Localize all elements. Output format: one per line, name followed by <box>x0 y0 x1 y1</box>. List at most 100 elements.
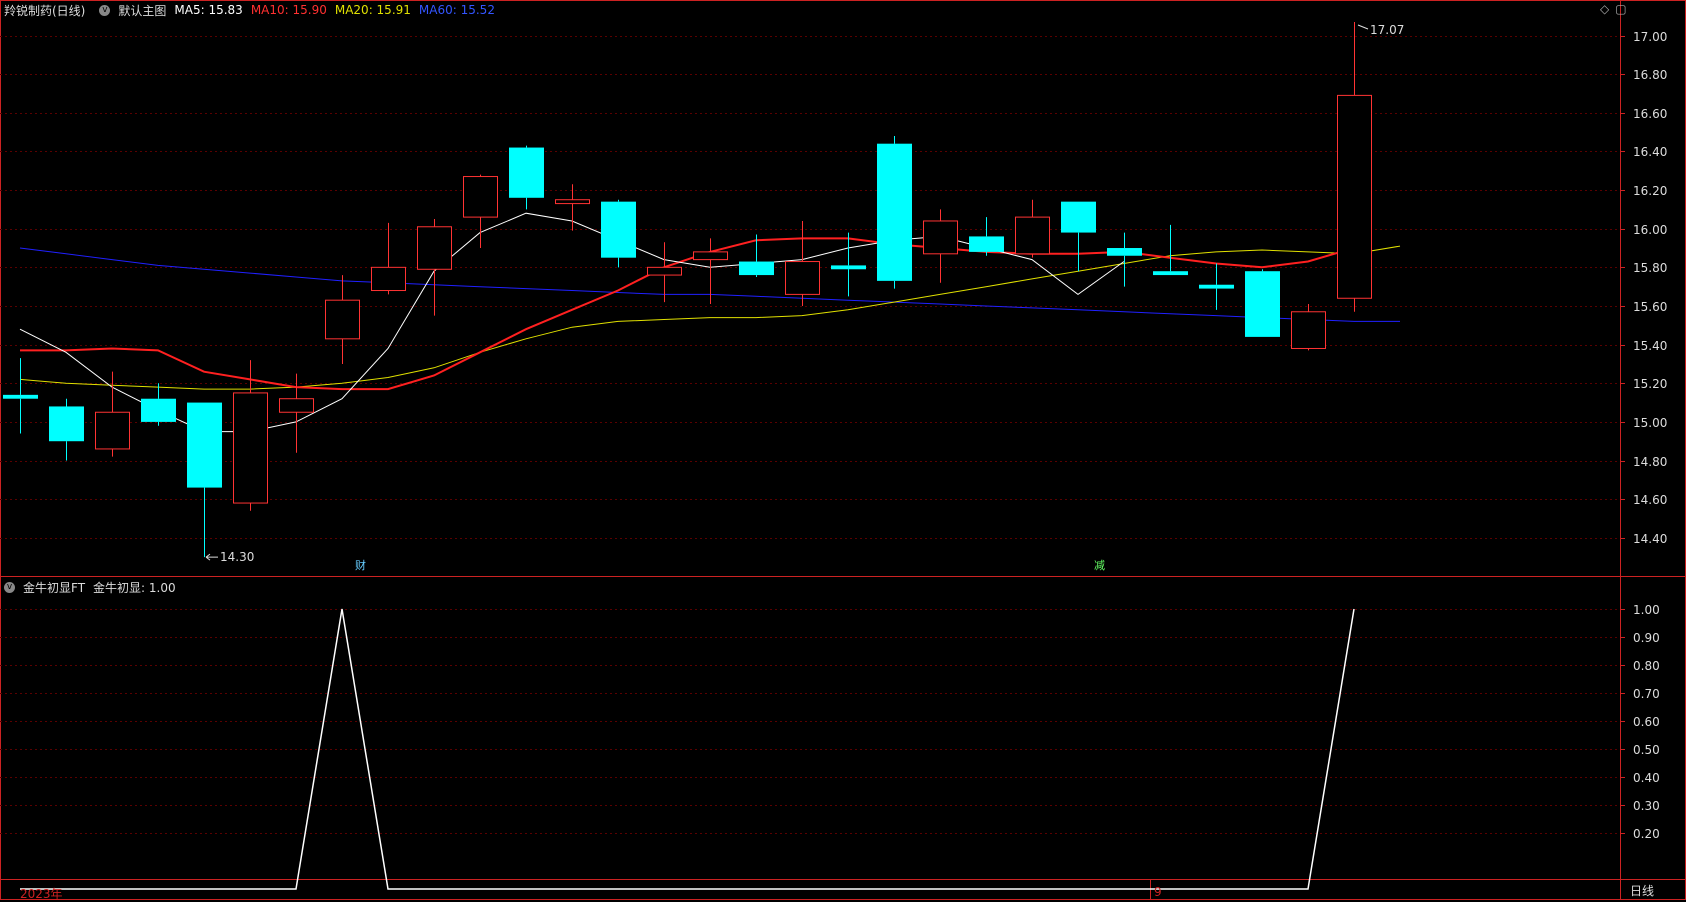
candle <box>601 199 636 268</box>
candle-body <box>1107 248 1142 256</box>
ma10-value: MA10: 15.90 <box>250 3 327 17</box>
price-tick-label: 15.80 <box>1633 260 1668 275</box>
candle <box>233 360 268 511</box>
price-tick-label: 16.40 <box>1633 144 1668 159</box>
candle <box>1245 269 1280 337</box>
candle-body <box>371 266 406 292</box>
candle <box>1199 263 1234 310</box>
candle <box>969 217 1004 256</box>
ma5-line <box>19 212 1125 433</box>
candle <box>647 242 682 303</box>
candle-body <box>693 251 728 261</box>
candle <box>141 383 176 426</box>
indicator-tick-label: 0.90 <box>1633 630 1660 645</box>
low-pointer <box>205 553 218 561</box>
candle-body <box>141 398 176 422</box>
candle-body <box>831 265 866 270</box>
low-price-label: 14.30 <box>220 550 254 564</box>
candle-body <box>1015 216 1050 255</box>
candle-body <box>417 226 452 270</box>
header-icons: ◇▢ <box>1600 2 1633 16</box>
candle <box>923 209 958 283</box>
template-name[interactable]: 默认主图 <box>118 2 166 19</box>
candle-body <box>877 143 912 281</box>
price-tick-label: 15.60 <box>1633 299 1668 314</box>
candle <box>877 135 912 289</box>
indicator-tick-label: 0.70 <box>1633 686 1660 701</box>
chevron-down-icon[interactable]: v <box>4 581 15 593</box>
indicator-name[interactable]: 金牛初显FT <box>23 579 85 596</box>
ma5-value: MA5: 15.83 <box>174 3 243 17</box>
candle-body <box>325 299 360 340</box>
high-price-label: 17.07 <box>1370 23 1404 37</box>
candle <box>1153 224 1188 276</box>
candle <box>739 234 774 277</box>
candle <box>187 402 222 558</box>
candle <box>417 219 452 316</box>
candle <box>1061 201 1096 272</box>
ma60-value: MA60: 15.52 <box>418 3 495 17</box>
price-tick-label: 16.60 <box>1633 106 1668 121</box>
price-tick-label: 17.00 <box>1633 29 1668 44</box>
candle-body <box>463 176 498 218</box>
diamond-icon[interactable]: ◇ <box>1600 2 1615 16</box>
indicator-header: v 金牛初显FT 金牛初显: 1.00 <box>0 577 184 597</box>
chart-canvas: 17.07 14.30 <box>0 0 1686 900</box>
candle <box>1107 232 1142 287</box>
price-tick-label: 16.80 <box>1633 67 1668 82</box>
price-tick-label: 15.00 <box>1633 415 1668 430</box>
stock-title[interactable]: 羚锐制药(日线) <box>4 2 85 19</box>
candle <box>509 145 544 210</box>
candle-body <box>647 266 682 276</box>
ma10-line <box>20 237 1355 391</box>
month-label: 9 <box>1154 885 1162 899</box>
high-pointer <box>1357 24 1369 30</box>
ma20-value: MA20: 15.91 <box>334 3 411 17</box>
candle-body <box>279 398 314 413</box>
candle <box>1291 304 1326 351</box>
candle-body <box>739 261 774 276</box>
indicator-tick-label: 0.80 <box>1633 658 1660 673</box>
candle-body <box>923 220 958 255</box>
candle-body <box>555 199 590 205</box>
indicator-tick-label: 0.40 <box>1633 770 1660 785</box>
candle <box>49 398 84 461</box>
price-tick-label: 16.20 <box>1633 183 1668 198</box>
indicator-tick-label: 0.60 <box>1633 714 1660 729</box>
candle-body <box>969 236 1004 252</box>
indicator-value: 金牛初显: 1.00 <box>93 580 176 595</box>
event-marker-cai[interactable]: 财 <box>353 557 368 573</box>
chevron-down-icon[interactable]: v <box>99 4 111 16</box>
candle-body <box>95 411 130 450</box>
candle-body <box>1199 284 1234 289</box>
price-tick-label: 16.00 <box>1633 222 1668 237</box>
indicator-tick-label: 0.30 <box>1633 798 1660 813</box>
candle-body <box>187 402 222 488</box>
main-chart-header: 羚锐制药(日线) v 默认主图 MA5: 15.83 MA10: 15.90 M… <box>0 0 503 20</box>
indicator-tick-label: 1.00 <box>1633 602 1660 617</box>
price-tick-label: 15.40 <box>1633 338 1668 353</box>
candle-body <box>49 406 84 442</box>
price-tick-label: 14.80 <box>1633 454 1668 469</box>
candle <box>3 358 38 434</box>
price-tick-label: 14.40 <box>1633 531 1668 546</box>
period-label[interactable]: 日线 <box>1630 882 1654 899</box>
price-tick-label: 15.20 <box>1633 376 1668 391</box>
candle <box>463 174 498 249</box>
candle <box>1015 199 1050 258</box>
candle <box>555 184 590 231</box>
candle-body <box>785 261 820 295</box>
candle-body <box>1245 271 1280 337</box>
price-tick-label: 14.60 <box>1633 492 1668 507</box>
candle-body <box>1337 94 1372 299</box>
window-icon[interactable]: ▢ <box>1615 2 1632 16</box>
candle <box>831 232 866 297</box>
year-label: 2023年 <box>20 887 63 901</box>
indicator-tick-label: 0.50 <box>1633 742 1660 757</box>
candle-body <box>601 201 636 258</box>
candle-body <box>1061 201 1096 233</box>
candle-body <box>509 147 544 198</box>
event-marker-jian[interactable]: 减 <box>1092 557 1107 573</box>
candle-body <box>1291 311 1326 349</box>
indicator-tick-label: 0.20 <box>1633 826 1660 841</box>
